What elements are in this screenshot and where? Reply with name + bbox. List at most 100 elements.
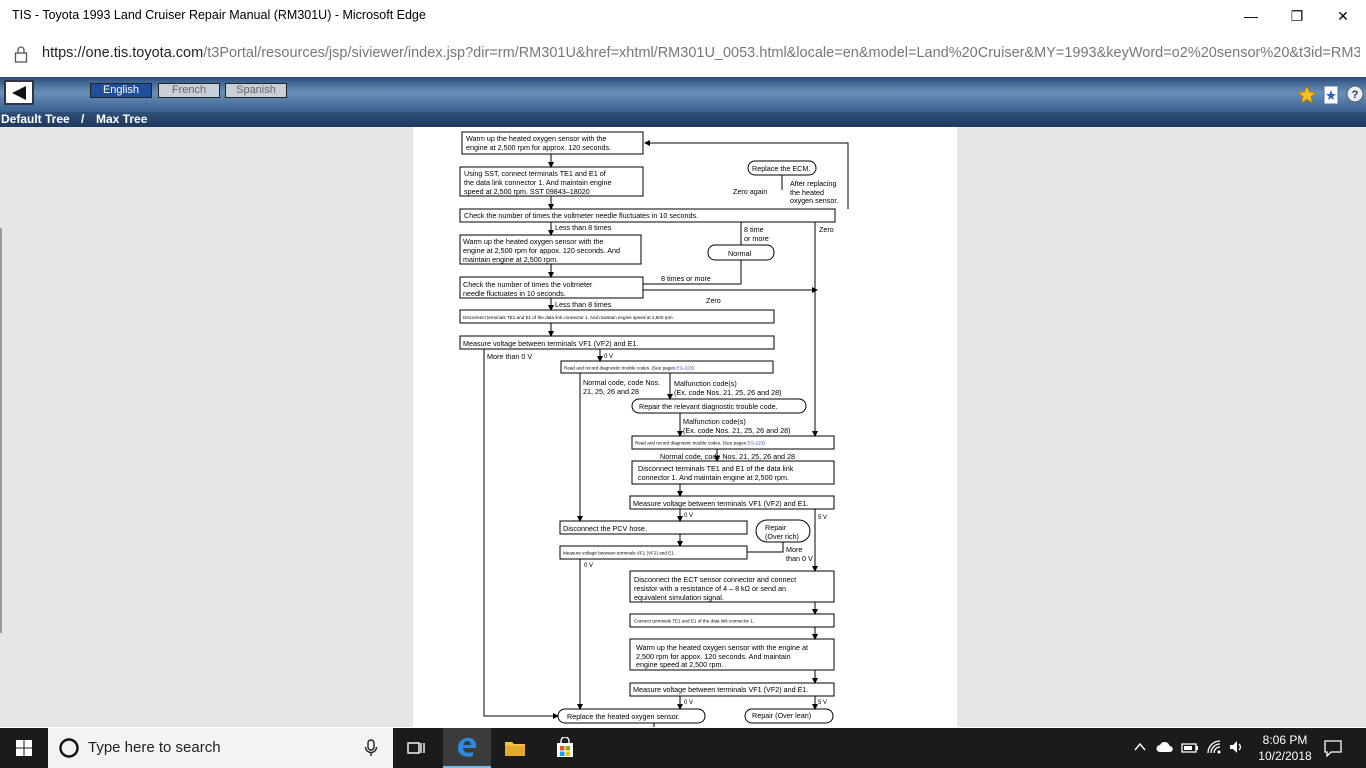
flow-text: engine at 2,500 rpm for approx. 120 seco…	[466, 143, 611, 152]
flow-text: Disconnect the ECT sensor connector and …	[634, 575, 796, 584]
flow-text: Warm up the heated oxygen sensor with th…	[466, 134, 606, 143]
manual-page[interactable]: Warm up the heated oxygen sensor with th…	[413, 127, 957, 727]
taskbar-store-button[interactable]	[541, 728, 589, 768]
flow-text: equivalent simulation signal.	[634, 593, 724, 602]
flow-text: Less than 8 times	[555, 223, 612, 232]
tree-bar: Default Tree / Max Tree	[0, 112, 1366, 127]
tis-toolbar: English French Spanish ?	[0, 77, 1366, 112]
flow-text: Normal	[728, 249, 752, 258]
store-icon	[557, 737, 573, 757]
flow-text: More than 0 V	[487, 352, 532, 361]
browser-title-bar: TIS - Toyota 1993 Land Cruiser Repair Ma…	[0, 0, 1366, 32]
flow-text: needle fluctuates in 10 seconds.	[463, 289, 566, 298]
flow-text: Measure voltage between terminals VF1 (V…	[633, 499, 808, 508]
svg-text:?: ?	[1352, 89, 1359, 101]
language-english-button[interactable]: English	[90, 83, 152, 98]
task-view-button[interactable]	[393, 728, 441, 768]
window-title: TIS - Toyota 1993 Land Cruiser Repair Ma…	[12, 8, 426, 22]
flow-text: Malfunction code(s)	[683, 417, 746, 426]
system-clock[interactable]: 8:06 PM 10/2/2018	[1250, 732, 1320, 764]
start-button[interactable]	[0, 728, 48, 768]
flow-text: (Ex. code Nos. 21, 25, 26 and 28)	[674, 388, 781, 397]
language-spanish-button[interactable]: Spanish	[225, 83, 287, 98]
flow-text: Check the number of times the voltmeter …	[464, 211, 698, 220]
flow-text: Disconnect terminals TE1 and E1 of the d…	[638, 464, 794, 473]
flow-text: Malfunction code(s)	[674, 379, 737, 388]
flow-text: Repair (Over lean)	[752, 711, 811, 720]
flow-text: Measure voltage between terminals VF1 (V…	[563, 551, 675, 556]
microphone-icon[interactable]	[364, 739, 378, 757]
flow-text: Repair the relevant diagnostic trouble c…	[639, 402, 778, 411]
notifications-icon[interactable]	[1324, 739, 1342, 757]
flow-text: 0 V	[684, 513, 693, 519]
diagnostic-flowchart: Warm up the heated oxygen sensor with th…	[459, 131, 849, 727]
address-bar: https://one.tis.toyota.com/t3Portal/reso…	[0, 32, 1366, 77]
restore-button[interactable]: ❐	[1274, 0, 1320, 32]
flow-text: Normal code, code Nos. 21, 25, 26 and 28	[660, 452, 795, 461]
flow-text: resistor with a resistance of 4 – 8 kΩ o…	[634, 584, 786, 593]
chevron-up-icon[interactable]	[1134, 742, 1146, 752]
cortana-circle-icon	[59, 738, 79, 758]
flow-text: 5 V	[818, 515, 827, 521]
minimize-button[interactable]: —	[1228, 0, 1274, 32]
flow-text: Using SST, connect terminals TE1 and E1 …	[464, 169, 606, 178]
flow-text: Repair	[765, 523, 787, 532]
flow-text: or more	[744, 234, 769, 243]
flow-text: Zero	[819, 225, 834, 234]
flow-text: Measure voltage between terminals VF1 (V…	[633, 685, 808, 694]
language-french-button[interactable]: French	[158, 83, 220, 98]
flow-text: 0 V	[684, 700, 693, 706]
search-placeholder: Type here to search	[88, 739, 221, 756]
lock-icon	[14, 46, 28, 63]
flow-text: than 0 V	[786, 554, 813, 563]
restore-icon: ❐	[1290, 7, 1304, 24]
back-arrow-icon	[12, 85, 26, 100]
close-button[interactable]: ✕	[1320, 0, 1366, 32]
flow-text: 0 V	[584, 563, 593, 569]
volume-icon[interactable]	[1228, 739, 1244, 755]
flow-text: Replace the ECM.	[752, 164, 810, 173]
taskbar-search-box[interactable]: Type here to search	[48, 728, 393, 768]
flow-text: More	[786, 545, 802, 554]
back-button[interactable]	[4, 80, 34, 105]
flow-text: Connect terminals TE1 and E1 of the data…	[634, 619, 754, 624]
flow-text: 8 time	[744, 225, 764, 234]
clock-date: 10/2/2018	[1258, 749, 1312, 763]
flow-text: 21, 25, 26 and 28	[583, 387, 639, 396]
flow-text: (Over rich)	[765, 532, 799, 541]
taskbar-edge-button[interactable]	[443, 728, 491, 768]
flow-text: Warm up the heated oxygen sensor with th…	[463, 237, 603, 246]
flow-text: Read and record diagnostic trouble codes…	[635, 441, 765, 446]
flow-text: connector 1. And maintain engine at 2,50…	[638, 473, 789, 482]
taskbar: Type here to search 8:06 PM 10/2/2018	[0, 728, 1366, 768]
onedrive-cloud-icon[interactable]	[1156, 740, 1174, 754]
help-chat-icon[interactable]: ?	[1345, 85, 1365, 105]
minimize-icon: —	[1244, 8, 1258, 24]
flow-text: Zero again	[733, 187, 767, 196]
url-host: https://one.tis.toyota.com	[42, 45, 204, 61]
flow-text: Warm up the heated oxygen sensor with th…	[636, 643, 808, 652]
task-view-icon	[407, 742, 425, 754]
bookmark-page-icon[interactable]	[1322, 85, 1340, 105]
max-tree-link[interactable]: Max Tree	[96, 112, 147, 126]
battery-icon[interactable]	[1181, 740, 1199, 754]
flow-text: engine at 2,500 rpm for appox. 120 secon…	[463, 246, 620, 255]
tree-separator: /	[81, 112, 85, 126]
close-icon: ✕	[1337, 7, 1349, 24]
flow-text: Read and record diagnostic trouble codes…	[564, 366, 694, 371]
url-field[interactable]: https://one.tis.toyota.com/t3Portal/reso…	[42, 45, 1360, 61]
flow-text: engine speed at 2,500 rpm.	[636, 660, 724, 669]
flow-text: the data link connector 1. And maintain …	[464, 178, 611, 187]
favorites-star-icon[interactable]	[1297, 85, 1317, 105]
flow-text: oxygen sensor.	[790, 196, 838, 205]
flow-text: Check the number of times the voltmeter	[463, 280, 593, 289]
taskbar-file-explorer-button[interactable]	[491, 728, 539, 768]
flow-text: Normal code, code Nos.	[583, 378, 660, 387]
left-scrollbar[interactable]	[0, 228, 2, 633]
flow-text: maintain engine at 2,500 rpm.	[463, 255, 558, 264]
default-tree-link[interactable]: Default Tree	[1, 112, 70, 126]
flow-text: Disconnect terminals TE1 and E1 of the d…	[463, 315, 674, 320]
edge-icon	[458, 737, 477, 757]
flow-text: Measure voltage between terminals VF1 (V…	[463, 339, 638, 348]
wifi-icon[interactable]	[1206, 739, 1222, 755]
